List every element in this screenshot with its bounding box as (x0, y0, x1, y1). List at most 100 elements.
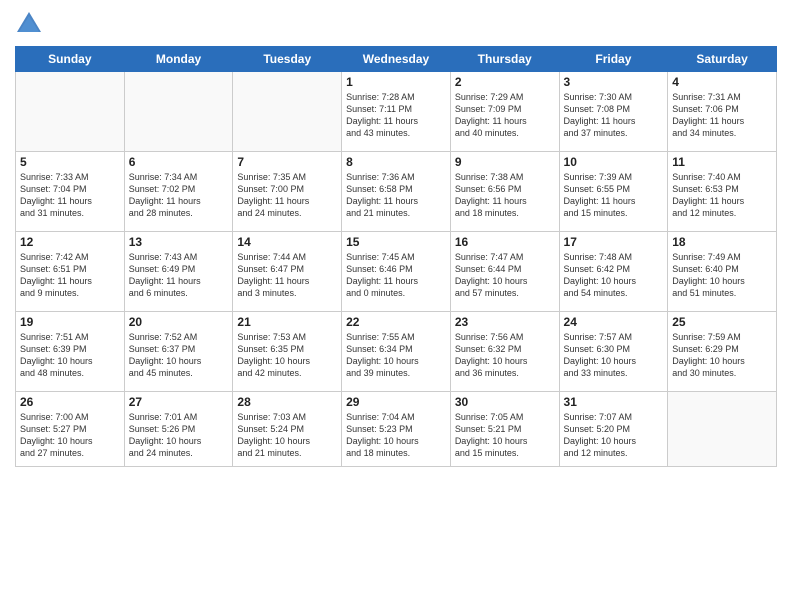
day-info: Sunrise: 7:07 AM Sunset: 5:20 PM Dayligh… (564, 411, 664, 460)
calendar-cell: 29Sunrise: 7:04 AM Sunset: 5:23 PM Dayli… (342, 392, 451, 467)
weekday-header-sunday: Sunday (16, 47, 125, 72)
day-info: Sunrise: 7:34 AM Sunset: 7:02 PM Dayligh… (129, 171, 229, 220)
weekday-header-wednesday: Wednesday (342, 47, 451, 72)
day-number: 6 (129, 155, 229, 169)
calendar-cell: 25 Sunrise: 7:59 AM Sunset: 6:29 PM Dayli… (668, 312, 777, 392)
day-number: 13 (129, 235, 229, 249)
calendar-cell: 13 Sunrise: 7:43 AM Sunset: 6:49 PM Dayli… (124, 232, 233, 312)
day-info: Sunrise: 7:00 AM Sunset: 5:27 PM Dayligh… (20, 411, 120, 460)
day-info: Sunrise: 7:30 AM Sunset: 7:08 PM Dayligh… (564, 91, 664, 140)
day-info: Sunrise: 7:33 AM Sunset: 7:04 PM Dayligh… (20, 171, 120, 220)
day-info: Sunrise: 7:44 AM Sunset: 6:47 PM Dayligh… (237, 251, 337, 300)
day-number: 16 (455, 235, 555, 249)
calendar-cell: 18 Sunrise: 7:49 AM Sunset: 6:40 PM Dayli… (668, 232, 777, 312)
day-number: 14 (237, 235, 337, 249)
calendar-cell: 30Sunrise: 7:05 AM Sunset: 5:21 PM Dayli… (450, 392, 559, 467)
day-number: 10 (564, 155, 664, 169)
calendar-cell (124, 72, 233, 152)
weekday-header-monday: Monday (124, 47, 233, 72)
day-number: 25 (672, 315, 772, 329)
day-info: Sunrise: 7:53 AM Sunset: 6:35 PM Dayligh… (237, 331, 337, 380)
day-info: Sunrise: 7:52 AM Sunset: 6:37 PM Dayligh… (129, 331, 229, 380)
day-number: 7 (237, 155, 337, 169)
day-number: 12 (20, 235, 120, 249)
day-number: 18 (672, 235, 772, 249)
day-info: Sunrise: 7:35 AM Sunset: 7:00 PM Dayligh… (237, 171, 337, 220)
week-row-3: 19Sunrise: 7:51 AM Sunset: 6:39 PM Dayli… (16, 312, 777, 392)
day-number: 11 (672, 155, 772, 169)
calendar-cell (668, 392, 777, 467)
logo (15, 10, 45, 38)
day-number: 21 (237, 315, 337, 329)
calendar-cell (16, 72, 125, 152)
day-info: Sunrise: 7:55 AM Sunset: 6:34 PM Dayligh… (346, 331, 446, 380)
weekday-header-friday: Friday (559, 47, 668, 72)
day-number: 3 (564, 75, 664, 89)
day-number: 5 (20, 155, 120, 169)
calendar-cell: 24 Sunrise: 7:57 AM Sunset: 6:30 PM Dayli… (559, 312, 668, 392)
day-number: 24 (564, 315, 664, 329)
calendar-cell: 23 Sunrise: 7:56 AM Sunset: 6:32 PM Dayli… (450, 312, 559, 392)
calendar-cell: 31 Sunrise: 7:07 AM Sunset: 5:20 PM Dayli… (559, 392, 668, 467)
day-number: 27 (129, 395, 229, 409)
calendar-cell: 12Sunrise: 7:42 AM Sunset: 6:51 PM Dayli… (16, 232, 125, 312)
weekday-header-row: SundayMondayTuesdayWednesdayThursdayFrid… (16, 47, 777, 72)
week-row-1: 5 Sunrise: 7:33 AM Sunset: 7:04 PM Daylig… (16, 152, 777, 232)
day-info: Sunrise: 7:03 AM Sunset: 5:24 PM Dayligh… (237, 411, 337, 460)
day-info: Sunrise: 7:28 AM Sunset: 7:11 PM Dayligh… (346, 91, 446, 140)
calendar-cell: 15 Sunrise: 7:45 AM Sunset: 6:46 PM Dayli… (342, 232, 451, 312)
week-row-0: 1 Sunrise: 7:28 AM Sunset: 7:11 PM Daylig… (16, 72, 777, 152)
calendar-cell: 26 Sunrise: 7:00 AM Sunset: 5:27 PM Dayli… (16, 392, 125, 467)
calendar-cell: 27Sunrise: 7:01 AM Sunset: 5:26 PM Dayli… (124, 392, 233, 467)
day-number: 20 (129, 315, 229, 329)
calendar-cell: 10Sunrise: 7:39 AM Sunset: 6:55 PM Dayli… (559, 152, 668, 232)
page-container: SundayMondayTuesdayWednesdayThursdayFrid… (0, 0, 792, 477)
day-info: Sunrise: 7:51 AM Sunset: 6:39 PM Dayligh… (20, 331, 120, 380)
day-number: 17 (564, 235, 664, 249)
day-number: 29 (346, 395, 446, 409)
week-row-2: 12Sunrise: 7:42 AM Sunset: 6:51 PM Dayli… (16, 232, 777, 312)
logo-icon (15, 10, 43, 38)
day-info: Sunrise: 7:56 AM Sunset: 6:32 PM Dayligh… (455, 331, 555, 380)
calendar-cell: 11Sunrise: 7:40 AM Sunset: 6:53 PM Dayli… (668, 152, 777, 232)
day-info: Sunrise: 7:48 AM Sunset: 6:42 PM Dayligh… (564, 251, 664, 300)
day-number: 30 (455, 395, 555, 409)
calendar-cell: 21 Sunrise: 7:53 AM Sunset: 6:35 PM Dayli… (233, 312, 342, 392)
weekday-header-thursday: Thursday (450, 47, 559, 72)
day-number: 22 (346, 315, 446, 329)
day-info: Sunrise: 7:57 AM Sunset: 6:30 PM Dayligh… (564, 331, 664, 380)
calendar-cell: 4Sunrise: 7:31 AM Sunset: 7:06 PM Daylig… (668, 72, 777, 152)
day-number: 23 (455, 315, 555, 329)
calendar-cell: 7 Sunrise: 7:35 AM Sunset: 7:00 PM Daylig… (233, 152, 342, 232)
day-info: Sunrise: 7:29 AM Sunset: 7:09 PM Dayligh… (455, 91, 555, 140)
weekday-header-saturday: Saturday (668, 47, 777, 72)
calendar-cell: 9 Sunrise: 7:38 AM Sunset: 6:56 PM Daylig… (450, 152, 559, 232)
calendar-cell: 14 Sunrise: 7:44 AM Sunset: 6:47 PM Dayli… (233, 232, 342, 312)
day-info: Sunrise: 7:45 AM Sunset: 6:46 PM Dayligh… (346, 251, 446, 300)
calendar-cell: 2Sunrise: 7:29 AM Sunset: 7:09 PM Daylig… (450, 72, 559, 152)
header (15, 10, 777, 38)
calendar-cell: 19Sunrise: 7:51 AM Sunset: 6:39 PM Dayli… (16, 312, 125, 392)
day-number: 4 (672, 75, 772, 89)
calendar-cell: 8Sunrise: 7:36 AM Sunset: 6:58 PM Daylig… (342, 152, 451, 232)
calendar-cell: 3 Sunrise: 7:30 AM Sunset: 7:08 PM Daylig… (559, 72, 668, 152)
week-row-4: 26 Sunrise: 7:00 AM Sunset: 5:27 PM Dayli… (16, 392, 777, 467)
calendar-cell: 5 Sunrise: 7:33 AM Sunset: 7:04 PM Daylig… (16, 152, 125, 232)
day-number: 15 (346, 235, 446, 249)
day-info: Sunrise: 7:43 AM Sunset: 6:49 PM Dayligh… (129, 251, 229, 300)
day-number: 9 (455, 155, 555, 169)
weekday-header-tuesday: Tuesday (233, 47, 342, 72)
calendar-cell: 20 Sunrise: 7:52 AM Sunset: 6:37 PM Dayli… (124, 312, 233, 392)
calendar-cell: 28 Sunrise: 7:03 AM Sunset: 5:24 PM Dayli… (233, 392, 342, 467)
day-number: 28 (237, 395, 337, 409)
day-info: Sunrise: 7:49 AM Sunset: 6:40 PM Dayligh… (672, 251, 772, 300)
day-info: Sunrise: 7:47 AM Sunset: 6:44 PM Dayligh… (455, 251, 555, 300)
day-number: 31 (564, 395, 664, 409)
day-number: 8 (346, 155, 446, 169)
calendar-cell: 1 Sunrise: 7:28 AM Sunset: 7:11 PM Daylig… (342, 72, 451, 152)
day-info: Sunrise: 7:59 AM Sunset: 6:29 PM Dayligh… (672, 331, 772, 380)
day-info: Sunrise: 7:38 AM Sunset: 6:56 PM Dayligh… (455, 171, 555, 220)
calendar-cell: 17 Sunrise: 7:48 AM Sunset: 6:42 PM Dayli… (559, 232, 668, 312)
day-number: 1 (346, 75, 446, 89)
day-number: 26 (20, 395, 120, 409)
